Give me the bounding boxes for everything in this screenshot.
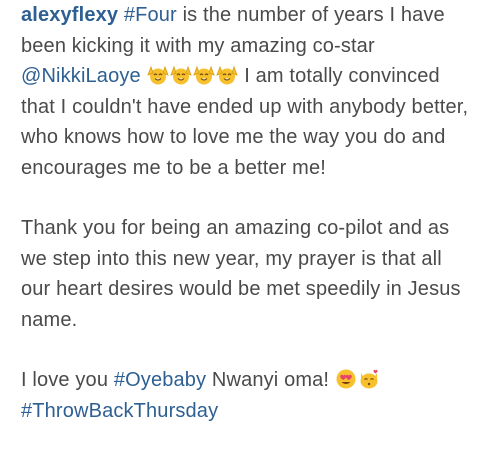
heart-eyes-face-icon xyxy=(335,368,357,390)
raising-hands-smile-icon xyxy=(146,64,169,86)
hashtag-four[interactable]: #Four xyxy=(124,4,177,26)
post-caption: alexyflexy #Four is the number of years … xyxy=(21,0,473,426)
caption-paragraph-3: I love you #Oyebaby Nwanyi oma! #ThrowBa… xyxy=(21,365,473,426)
mention-link[interactable]: @NikkiLaoye xyxy=(21,65,141,87)
raising-hands-smile-icon xyxy=(192,64,215,86)
caption-text: I love you xyxy=(21,369,114,391)
caption-paragraph-1: alexyflexy #Four is the number of years … xyxy=(21,0,473,183)
kissing-cat-icon xyxy=(358,368,380,390)
raising-hands-smile-icon xyxy=(215,64,238,86)
username-link[interactable]: alexyflexy xyxy=(21,4,118,26)
caption-paragraph-2: Thank you for being an amazing co-pilot … xyxy=(21,217,461,331)
caption-text: Nwanyi oma! xyxy=(206,369,335,391)
hashtag-oyebaby[interactable]: #Oyebaby xyxy=(114,369,206,391)
raising-hands-smile-icon xyxy=(169,64,192,86)
hashtag-throwbackthursday[interactable]: #ThrowBackThursday xyxy=(21,400,218,422)
